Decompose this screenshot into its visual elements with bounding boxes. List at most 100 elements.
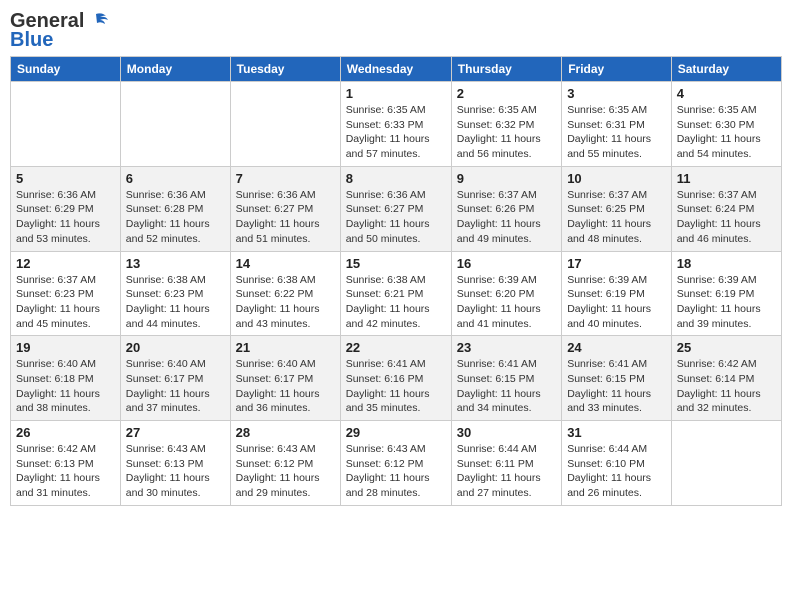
day-info: Daylight: 11 hours and 39 minutes. [677,302,776,331]
day-info: Sunrise: 6:40 AM [16,357,115,372]
day-info: Daylight: 11 hours and 49 minutes. [457,217,556,246]
day-info: Sunrise: 6:43 AM [126,442,225,457]
day-info: Daylight: 11 hours and 41 minutes. [457,302,556,331]
logo-blue: Blue [10,29,53,52]
day-number: 4 [677,86,776,101]
calendar-cell: 26Sunrise: 6:42 AMSunset: 6:13 PMDayligh… [11,421,121,506]
day-info: Sunrise: 6:42 AM [16,442,115,457]
day-info: Sunrise: 6:39 AM [677,273,776,288]
calendar-cell: 31Sunrise: 6:44 AMSunset: 6:10 PMDayligh… [562,421,672,506]
day-info: Sunset: 6:12 PM [236,457,335,472]
calendar-cell: 6Sunrise: 6:36 AMSunset: 6:28 PMDaylight… [120,166,230,251]
calendar-cell: 17Sunrise: 6:39 AMSunset: 6:19 PMDayligh… [562,251,672,336]
day-number: 29 [346,425,446,440]
calendar-cell: 7Sunrise: 6:36 AMSunset: 6:27 PMDaylight… [230,166,340,251]
day-info: Sunrise: 6:37 AM [677,188,776,203]
day-number: 13 [126,256,225,271]
day-info: Daylight: 11 hours and 33 minutes. [567,387,666,416]
day-number: 6 [126,171,225,186]
day-header-tuesday: Tuesday [230,57,340,82]
day-info: Sunset: 6:15 PM [567,372,666,387]
day-info: Sunset: 6:28 PM [126,202,225,217]
week-row: 5Sunrise: 6:36 AMSunset: 6:29 PMDaylight… [11,166,782,251]
day-info: Sunset: 6:22 PM [236,287,335,302]
logo-bird-icon [86,10,108,32]
day-info: Sunrise: 6:38 AM [126,273,225,288]
calendar-cell: 30Sunrise: 6:44 AMSunset: 6:11 PMDayligh… [451,421,561,506]
day-info: Sunrise: 6:40 AM [126,357,225,372]
day-info: Sunset: 6:18 PM [16,372,115,387]
calendar-cell: 13Sunrise: 6:38 AMSunset: 6:23 PMDayligh… [120,251,230,336]
day-info: Sunrise: 6:36 AM [346,188,446,203]
calendar-cell: 28 Sunrise: 6:43 AMSunset: 6:12 PMDayligh… [230,421,340,506]
day-header-wednesday: Wednesday [340,57,451,82]
day-info: Sunrise: 6:35 AM [346,103,446,118]
day-number: 11 [677,171,776,186]
calendar-cell [671,421,781,506]
day-info: Daylight: 11 hours and 45 minutes. [16,302,115,331]
week-row: 19Sunrise: 6:40 AMSunset: 6:18 PMDayligh… [11,336,782,421]
day-info: Sunset: 6:27 PM [236,202,335,217]
calendar-cell: 19Sunrise: 6:40 AMSunset: 6:18 PMDayligh… [11,336,121,421]
day-header-sunday: Sunday [11,57,121,82]
day-info: Daylight: 11 hours and 46 minutes. [677,217,776,246]
day-header-saturday: Saturday [671,57,781,82]
day-info: Sunset: 6:33 PM [346,118,446,133]
day-header-monday: Monday [120,57,230,82]
day-number: 10 [567,171,666,186]
day-info: Sunrise: 6:36 AM [236,188,335,203]
calendar-cell: 5Sunrise: 6:36 AMSunset: 6:29 PMDaylight… [11,166,121,251]
day-info: Sunset: 6:15 PM [457,372,556,387]
day-info: Sunset: 6:11 PM [457,457,556,472]
day-number: 14 [236,256,335,271]
calendar-cell: 22Sunrise: 6:41 AMSunset: 6:16 PMDayligh… [340,336,451,421]
day-info: Daylight: 11 hours and 32 minutes. [677,387,776,416]
day-info: Daylight: 11 hours and 29 minutes. [236,471,335,500]
day-info: Sunrise: 6:43 AM [236,442,335,457]
day-number: 18 [677,256,776,271]
day-info: Sunrise: 6:43 AM [346,442,446,457]
day-number: 5 [16,171,115,186]
day-info: Daylight: 11 hours and 42 minutes. [346,302,446,331]
day-info: Sunset: 6:12 PM [346,457,446,472]
day-info: Daylight: 11 hours and 43 minutes. [236,302,335,331]
day-info: Sunrise: 6:41 AM [346,357,446,372]
day-info: Daylight: 11 hours and 34 minutes. [457,387,556,416]
day-number: 30 [457,425,556,440]
day-number: 28 [236,425,335,440]
calendar-cell [230,82,340,167]
day-number: 16 [457,256,556,271]
day-info: Sunset: 6:30 PM [677,118,776,133]
day-info: Sunset: 6:23 PM [126,287,225,302]
day-info: Sunset: 6:31 PM [567,118,666,133]
calendar-cell: 24Sunrise: 6:41 AMSunset: 6:15 PMDayligh… [562,336,672,421]
day-info: Sunrise: 6:39 AM [457,273,556,288]
day-number: 3 [567,86,666,101]
calendar-cell: 21Sunrise: 6:40 AMSunset: 6:17 PMDayligh… [230,336,340,421]
day-info: Daylight: 11 hours and 28 minutes. [346,471,446,500]
day-info: Sunset: 6:25 PM [567,202,666,217]
calendar-cell: 11 Sunrise: 6:37 AMSunset: 6:24 PMDayligh… [671,166,781,251]
day-info: Daylight: 11 hours and 52 minutes. [126,217,225,246]
day-info: Sunset: 6:27 PM [346,202,446,217]
day-info: Sunrise: 6:39 AM [567,273,666,288]
calendar-cell: 29 Sunrise: 6:43 AMSunset: 6:12 PMDayligh… [340,421,451,506]
logo: General Blue [10,10,108,52]
day-header-thursday: Thursday [451,57,561,82]
day-info: Daylight: 11 hours and 30 minutes. [126,471,225,500]
day-info: Sunrise: 6:37 AM [457,188,556,203]
day-info: Sunrise: 6:44 AM [567,442,666,457]
day-number: 23 [457,340,556,355]
day-info: Sunrise: 6:44 AM [457,442,556,457]
calendar-table: SundayMondayTuesdayWednesdayThursdayFrid… [10,56,782,506]
day-info: Sunrise: 6:42 AM [677,357,776,372]
day-info: Sunset: 6:19 PM [567,287,666,302]
calendar-cell: 25Sunrise: 6:42 AMSunset: 6:14 PMDayligh… [671,336,781,421]
day-info: Sunset: 6:13 PM [16,457,115,472]
calendar-cell: 1Sunrise: 6:35 AMSunset: 6:33 PMDaylight… [340,82,451,167]
day-info: Sunset: 6:24 PM [677,202,776,217]
day-info: Daylight: 11 hours and 40 minutes. [567,302,666,331]
day-info: Sunrise: 6:40 AM [236,357,335,372]
day-info: Daylight: 11 hours and 37 minutes. [126,387,225,416]
day-info: Sunset: 6:16 PM [346,372,446,387]
